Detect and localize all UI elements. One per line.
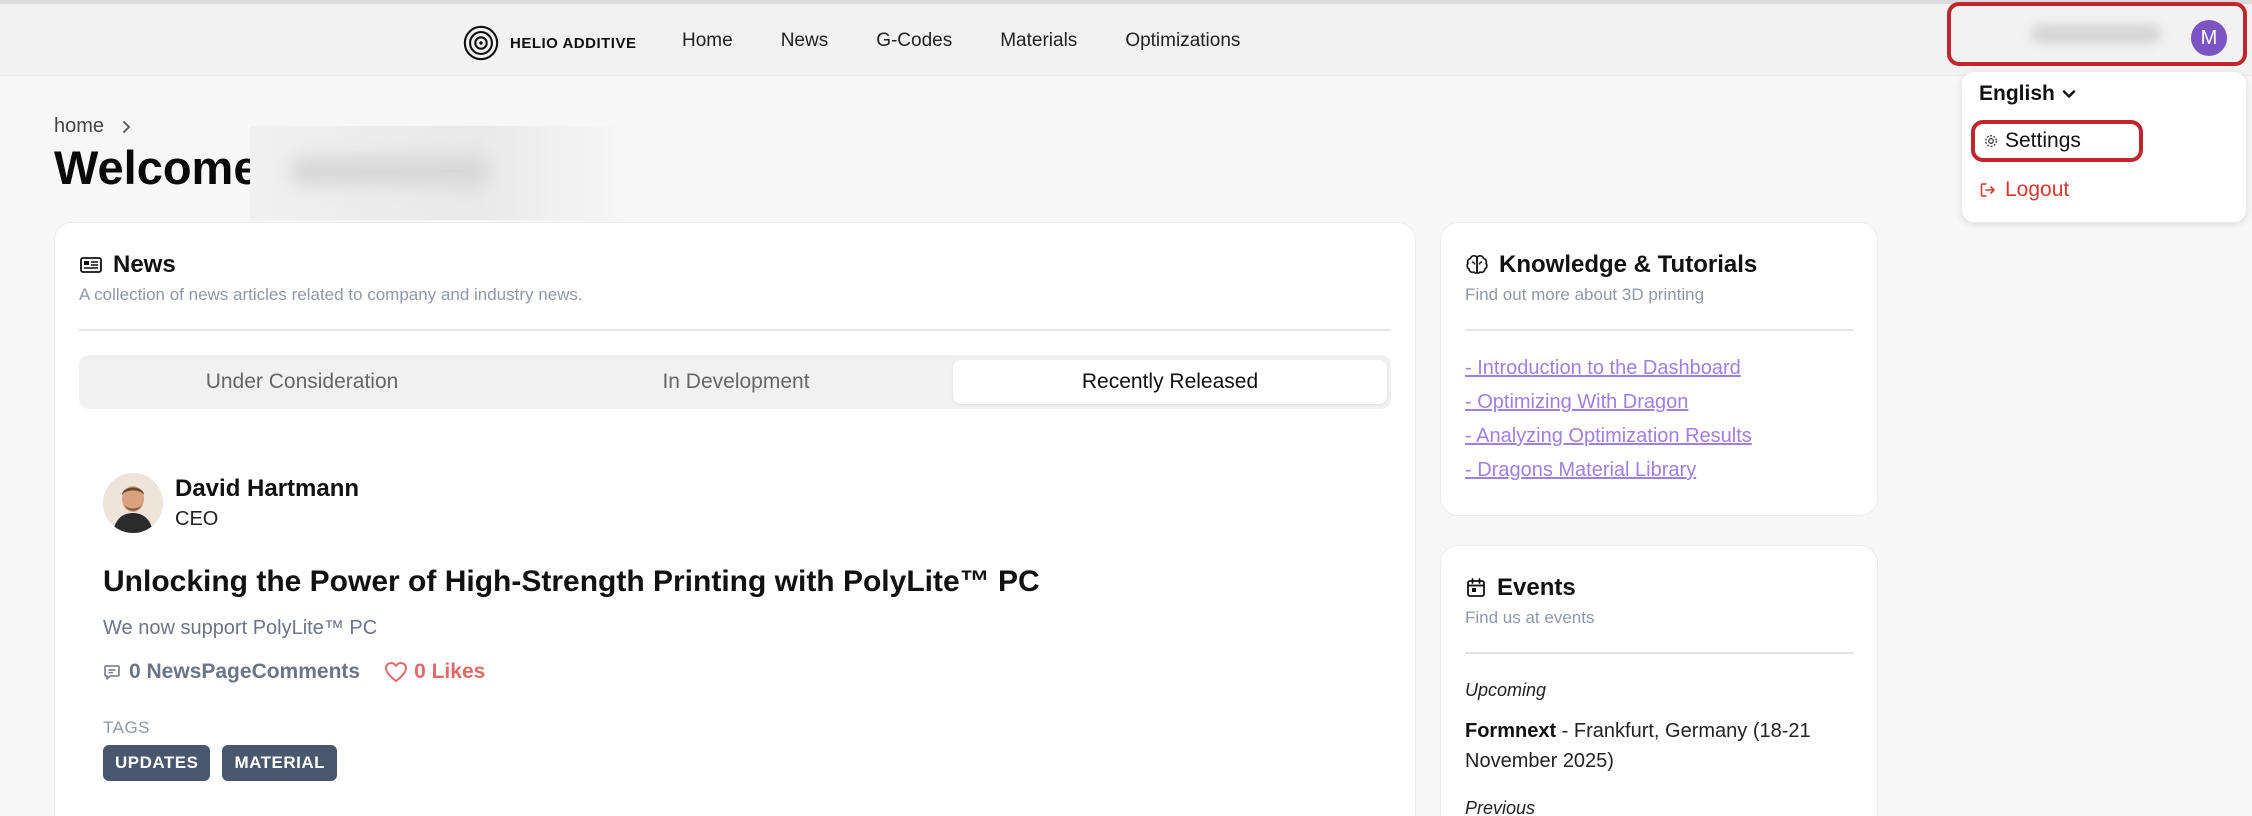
article-meta: 0 NewsPageComments 0 Likes (103, 660, 485, 684)
tag-list: UPDATES MATERIAL (103, 745, 338, 781)
author-avatar (103, 473, 163, 533)
divider (1465, 329, 1853, 331)
user-name-redacted (2031, 24, 2161, 44)
heart-icon (385, 662, 408, 682)
news-header: News (79, 251, 176, 279)
tutorial-links: - Introduction to the Dashboard - Optimi… (1465, 357, 1752, 482)
article-subtitle: We now support PolyLite™ PC (103, 617, 378, 639)
like-button[interactable]: 0 Likes (384, 660, 485, 684)
comments-button[interactable]: 0 NewsPageComments (103, 660, 360, 684)
brain-icon (1466, 255, 1488, 274)
helio-logo-icon (463, 25, 499, 61)
upcoming-event: Formnext - Frankfurt, Germany (18-21 Nov… (1465, 716, 1855, 776)
breadcrumb-home[interactable]: home (54, 115, 104, 138)
knowledge-card: Knowledge & Tutorials Find out more abou… (1440, 222, 1878, 516)
tab-recently-released[interactable]: Recently Released (953, 360, 1387, 404)
news-subtitle: A collection of news articles related to… (79, 285, 583, 304)
user-name-redacted-title (250, 126, 630, 220)
comment-icon (104, 665, 120, 680)
events-title: Events (1497, 574, 1576, 601)
settings-label: Settings (2005, 129, 2081, 152)
news-title: News (113, 251, 176, 278)
breadcrumb: home (54, 115, 132, 138)
brand-logo[interactable]: HELIO ADDITIVE (462, 24, 636, 62)
comments-count: 0 NewsPageComments (129, 660, 361, 683)
article-title[interactable]: Unlocking the Power of High-Strength Pri… (103, 565, 1040, 599)
nav-optimizations[interactable]: Optimizations (1125, 30, 1240, 52)
events-subtitle: Find us at events (1465, 608, 1595, 627)
author-photo-icon (103, 473, 163, 533)
tag-material[interactable]: MATERIAL (222, 745, 338, 781)
main-nav: Home News G-Codes Materials Optimization… (682, 30, 1240, 52)
tags-label: TAGS (103, 718, 151, 737)
tutorial-link[interactable]: - Analyzing Optimization Results (1465, 425, 1752, 448)
tab-under-consideration[interactable]: Under Consideration (85, 360, 519, 404)
events-card: Events Find us at events Upcoming Formne… (1440, 545, 1878, 816)
newspaper-icon (80, 257, 102, 273)
chevron-down-icon (2062, 90, 2076, 98)
divider (1465, 652, 1853, 654)
avatar: M (2191, 20, 2227, 56)
knowledge-header: Knowledge & Tutorials (1465, 251, 1757, 279)
upcoming-label: Upcoming (1465, 680, 1547, 700)
knowledge-title: Knowledge & Tutorials (1499, 251, 1758, 278)
calendar-icon (1467, 578, 1485, 597)
tutorial-link[interactable]: - Optimizing With Dragon (1465, 391, 1752, 414)
user-menu-button[interactable]: M (1947, 2, 2247, 66)
author-role: CEO (175, 508, 219, 530)
chevron-right-icon (123, 120, 131, 133)
top-navbar: HELIO ADDITIVE Home News G-Codes Materia… (0, 0, 2252, 76)
tag-updates[interactable]: UPDATES (103, 745, 211, 781)
brand-name: HELIO ADDITIVE (510, 34, 637, 52)
settings-menu-item[interactable]: Settings (1971, 120, 2143, 162)
tutorial-link[interactable]: - Introduction to the Dashboard (1465, 357, 1752, 380)
news-card: News A collection of news articles relat… (54, 222, 1416, 816)
gear-icon (1985, 135, 1997, 147)
nav-news[interactable]: News (781, 30, 829, 52)
divider (79, 329, 1391, 331)
tab-in-development[interactable]: In Development (519, 360, 953, 404)
logout-menu-item[interactable]: Logout (1979, 178, 2069, 202)
events-header: Events (1465, 574, 1576, 602)
logout-icon (1980, 183, 1995, 197)
nav-home[interactable]: Home (682, 30, 733, 52)
logout-label: Logout (2005, 178, 2070, 201)
page-title: Welcome (54, 141, 260, 194)
tutorial-link[interactable]: - Dragons Material Library (1465, 459, 1752, 482)
nav-g-codes[interactable]: G-Codes (876, 30, 952, 52)
knowledge-subtitle: Find out more about 3D printing (1465, 285, 1705, 304)
previous-label: Previous (1465, 798, 1536, 816)
language-label: English (1979, 82, 2055, 105)
user-dropdown-menu: English Settings Logout (1962, 72, 2246, 222)
nav-materials[interactable]: Materials (1000, 30, 1077, 52)
news-tabs: Under Consideration In Development Recen… (79, 355, 1391, 409)
language-select[interactable]: English (1979, 82, 2077, 106)
likes-count: 0 Likes (414, 660, 486, 683)
event-name: Formnext (1465, 720, 1557, 742)
author-name: David Hartmann (175, 475, 360, 502)
